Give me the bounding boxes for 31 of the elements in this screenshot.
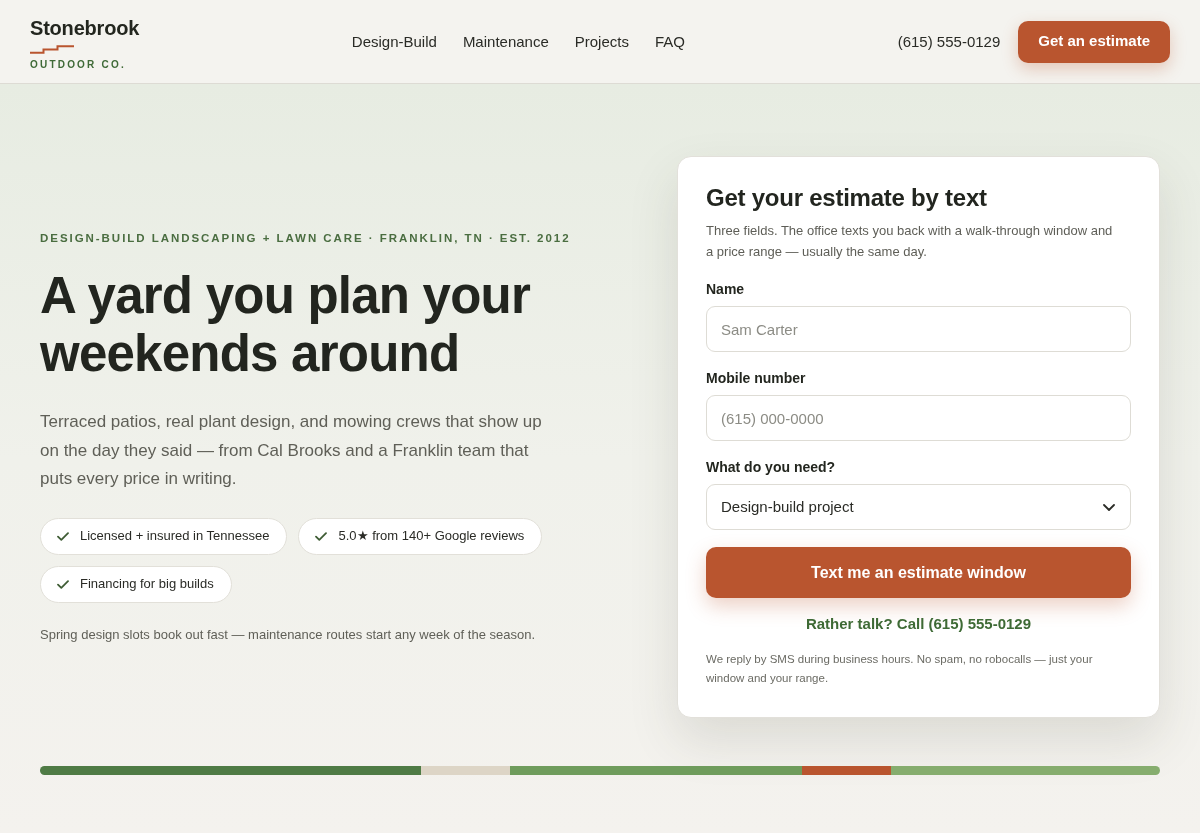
badge-label: Licensed + insured in Tennessee — [80, 527, 270, 546]
headline: A yard you plan your weekends around — [40, 267, 532, 384]
form-title: Get your estimate by text — [706, 183, 988, 213]
chevron-down-icon — [1103, 503, 1115, 511]
brand-tagline: OUTDOOR CO. — [30, 58, 126, 71]
input-field[interactable]: (615) 000-0000 — [706, 395, 1131, 441]
call-link[interactable]: Rather talk? Call (615) 555-0129 — [805, 614, 1032, 634]
check-icon — [315, 531, 328, 541]
input-field[interactable]: Sam Carter — [706, 306, 1131, 352]
nav-link[interactable]: Design-Build — [351, 31, 437, 52]
badge-label: Financing for big builds — [80, 575, 214, 594]
availability-note: Spring design slots book out fast — maintenance routes start any week of the season. — [40, 625, 535, 644]
nav-link[interactable]: Projects — [574, 31, 629, 52]
brand-name[interactable]: Stonebrook — [30, 15, 140, 40]
intro-text: Terraced patios, real plant design, and mowing crews that show up on the day they said — from Cal Brooks and a Franklin team that puts every price in writing. — [40, 411, 542, 491]
field-label: Mobile number — [706, 369, 807, 388]
form-subtitle: Three fields. The office texts you back with a walk-through window and a price range — usually the same day. — [706, 222, 1114, 261]
nav-link[interactable]: Maintenance — [462, 31, 549, 52]
phone-link[interactable]: (615) 555-0129 — [897, 31, 1001, 52]
stepped-line-icon — [30, 44, 74, 54]
field-label: What do you need? — [706, 458, 837, 477]
badge-label: 5.0★ from 140+ Google reviews — [338, 527, 525, 546]
nav-link[interactable]: FAQ — [654, 31, 685, 52]
field-label: Name — [706, 280, 746, 299]
eyebrow-text: DESIGN-BUILD LANDSCAPING + LAWN CARE · FRANKLIN, TN · EST. 2012 — [40, 231, 571, 247]
check-icon — [57, 579, 69, 589]
submit-button[interactable]: Text me an estimate window — [706, 547, 1131, 598]
check-icon — [57, 531, 69, 541]
privacy-note: We reply by SMS during business hours. No spam, no robocalls — just your window and your range. — [706, 652, 1094, 686]
select-dropdown[interactable]: Design-build project — [706, 484, 1131, 530]
estimate-button[interactable]: Get an estimate — [1018, 20, 1170, 63]
